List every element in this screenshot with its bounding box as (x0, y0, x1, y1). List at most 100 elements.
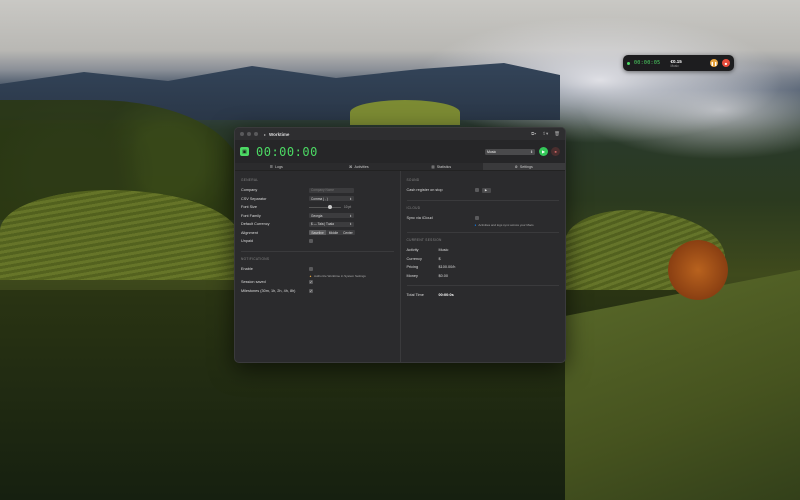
company-row: Company Company Name (241, 186, 394, 195)
icloud-note: ● Activities and logs sync across your M… (475, 222, 560, 227)
total-time-row: Total Time 00:00:0s (407, 291, 560, 300)
font-size-value: 10 pt (344, 205, 352, 210)
enable-checkbox[interactable] (309, 266, 313, 271)
window-title: Worktime (269, 131, 290, 137)
sidebar-toggle-icon[interactable]: ▸ (264, 132, 266, 137)
activity-select-value: Music (487, 149, 497, 154)
company-input[interactable]: Company Name (309, 187, 354, 193)
total-time-label: Total Time (406, 293, 424, 298)
font-size-slider[interactable] (309, 205, 341, 209)
csv-row: CSV Separator Comma ( , ) ⇕ (241, 195, 394, 204)
tab-bar: ☰ Logs ⌘ Activities ▥ Statistics ⚙ Setti… (235, 163, 565, 171)
unpaid-row: Unpaid (241, 237, 394, 246)
milestones-checkbox[interactable]: ✓ (309, 288, 313, 293)
wallpaper-autumn-tree (668, 240, 728, 300)
tab-statistics[interactable]: ▥ Statistics (400, 163, 483, 170)
company-placeholder: Company Name (311, 188, 335, 193)
session-saved-checkbox[interactable]: ✓ (309, 280, 313, 285)
copy-icon[interactable]: ⧉▾ (531, 131, 536, 137)
alignment-baseline[interactable]: Baseline (309, 230, 327, 236)
mini-timer-widget[interactable]: 00:00:05 €0.15 Music ❚❚ ■ (623, 55, 734, 71)
settings-left-column: GENERAL Company Company Name CSV Separat… (235, 171, 401, 362)
minimize-window-button[interactable] (247, 132, 251, 136)
tab-activities[interactable]: ⌘ Activities (318, 163, 401, 170)
mini-timer-activity: Music (670, 63, 679, 68)
session-saved-row: Session saved ✓ (241, 278, 394, 287)
play-button[interactable]: ▶ (539, 147, 548, 156)
gear-icon: ⚙ (514, 164, 518, 169)
session-money-row: Money $0.00 (407, 272, 560, 281)
enable-row: Enable (241, 265, 394, 274)
timer-display: 00:00:00 (256, 144, 318, 159)
icloud-note-text: Activities and logs sync across your Mac… (478, 222, 534, 227)
play-sound-button[interactable]: ▶ (481, 187, 491, 193)
font-size-row: Font Size 10 pt (241, 203, 394, 212)
csv-separator-select[interactable]: Comma ( , ) ⇕ (309, 196, 354, 202)
mini-timer-time: 00:00:05 (634, 60, 661, 66)
font-size-label: Font Size (241, 205, 258, 210)
chart-icon: ▥ (431, 164, 435, 169)
activity-select[interactable]: Music ⇕ (485, 148, 535, 155)
tab-activities-label: Activities (354, 164, 369, 169)
chevron-updown-icon: ⇕ (530, 149, 533, 154)
unpaid-checkbox[interactable] (309, 239, 313, 244)
recording-indicator-icon (627, 61, 630, 65)
session-pricing-label: Pricing (406, 265, 419, 270)
zoom-window-button[interactable] (254, 132, 258, 136)
stop-button[interactable]: ■ (551, 147, 560, 156)
divider (406, 285, 559, 286)
notifications-heading: NOTIFICATIONS (241, 256, 270, 261)
tab-statistics-label: Statistics (436, 164, 452, 169)
session-pricing-row: Pricing $100.00/h (407, 263, 560, 272)
tab-settings[interactable]: ⚙ Settings (482, 163, 565, 170)
cash-register-checkbox[interactable] (474, 188, 479, 193)
icloud-sync-checkbox[interactable] (474, 215, 479, 220)
timer-bar: ▣ 00:00:00 Music ⇕ ▶ ■ (235, 140, 565, 163)
stop-icon[interactable]: ■ (722, 59, 730, 67)
cash-register-row: Cash register on stop ▶ (407, 186, 560, 195)
info-icon: ● (474, 222, 477, 227)
alignment-center[interactable]: Center (341, 230, 356, 235)
close-window-button[interactable] (240, 132, 244, 136)
font-family-row: Font Family Georgia ⇕ (241, 212, 394, 221)
worktime-window: ▸ Worktime ⧉▾ ⇪▾ 🗑 ▣ 00:00:00 Music ⇕ ▶ … (234, 127, 566, 363)
alignment-segmented-control: Baseline Middle Center (309, 230, 356, 236)
divider (406, 199, 559, 201)
csv-value: Comma ( , ) (311, 196, 328, 201)
alignment-label: Alignment (241, 230, 258, 235)
alignment-middle[interactable]: Middle (326, 230, 340, 235)
currency-select[interactable]: $ — Tala | Tuala ⇕ (309, 221, 354, 227)
chevron-updown-icon: ⇕ (349, 222, 352, 227)
cash-register-label: Cash register on stop (406, 188, 443, 193)
slider-thumb[interactable] (328, 205, 333, 209)
tab-settings-label: Settings (519, 164, 533, 169)
company-label: Company (241, 188, 258, 193)
csv-label: CSV Separator (241, 196, 267, 201)
enable-label: Enable (241, 266, 253, 271)
font-family-label: Font Family (241, 213, 261, 218)
session-money-label: Money (406, 273, 418, 278)
total-time-value: 00:00:0s (438, 293, 454, 298)
divider (406, 232, 559, 233)
unpaid-label: Unpaid (241, 239, 254, 244)
chevron-updown-icon: ⇕ (349, 213, 352, 218)
current-session-heading: CURRENT SESSION (406, 238, 442, 242)
app-icon: ▣ (240, 147, 249, 156)
tab-logs[interactable]: ☰ Logs (235, 163, 318, 170)
wallpaper-hill (350, 100, 460, 125)
session-activity-value: Music (438, 248, 449, 253)
share-icon[interactable]: ⇪▾ (542, 131, 548, 137)
currency-row: Default Currency $ — Tala | Tuala ⇕ (241, 220, 394, 229)
enable-note-text: Authorize Worktime in System Settings (313, 273, 366, 278)
pause-icon[interactable]: ❚❚ (710, 59, 718, 67)
trash-icon[interactable]: 🗑 (554, 131, 560, 137)
list-icon: ☰ (269, 164, 273, 169)
settings-content: GENERAL Company Company Name CSV Separat… (235, 171, 565, 362)
session-activity-row: Activity Music (407, 246, 560, 255)
font-family-select[interactable]: Georgia ⇕ (309, 213, 354, 219)
icloud-sync-row: Sync via iCloud (407, 214, 560, 223)
currency-value: $ — Tala | Tuala (311, 222, 334, 227)
icloud-sync-label: Sync via iCloud (406, 215, 433, 220)
divider (241, 250, 394, 252)
icloud-heading: ICLOUD (406, 205, 421, 210)
